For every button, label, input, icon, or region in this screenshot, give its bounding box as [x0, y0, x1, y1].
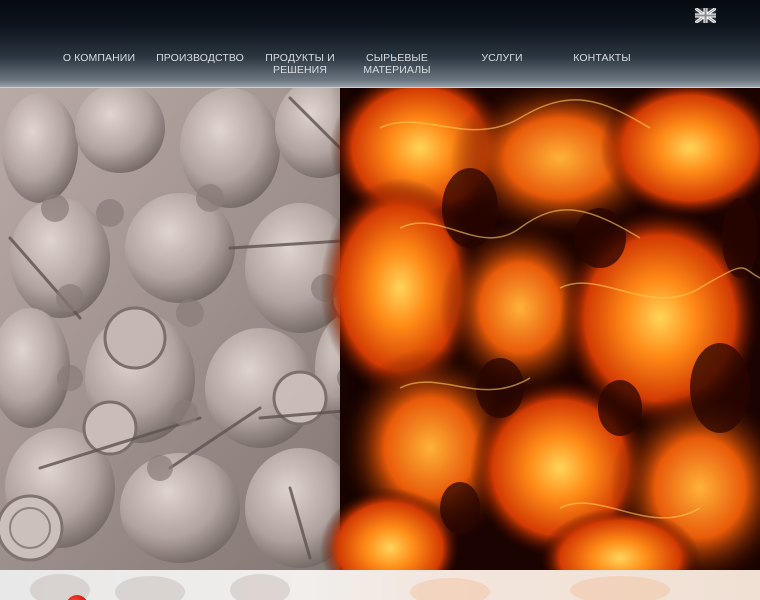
nav-item-contacts[interactable]: КОНТАКТЫ [552, 52, 652, 64]
nav-item-about[interactable]: О КОМПАНИИ [49, 52, 149, 64]
site-header: О КОМПАНИИ ПРОИЗВОДСТВО ПРОДУКТЫ И РЕШЕН… [0, 0, 760, 88]
nav-item-products[interactable]: ПРОДУКТЫ И РЕШЕНИЯ [250, 52, 350, 76]
strip-ornament [30, 574, 670, 600]
bottom-strip [0, 570, 760, 600]
nav-item-raw-materials[interactable]: СЫРЬЕВЫЕ МАТЕРИАЛЫ [347, 52, 447, 76]
nav-item-services[interactable]: УСЛУГИ [452, 52, 552, 64]
hero-banner [0, 88, 760, 570]
uk-flag-icon[interactable] [695, 8, 716, 23]
page: О КОМПАНИИ ПРОИЗВОДСТВО ПРОДУКТЫ И РЕШЕН… [0, 0, 760, 600]
hero-image [0, 88, 760, 570]
nav-item-production[interactable]: ПРОИЗВОДСТВО [150, 52, 250, 64]
main-nav: О КОМПАНИИ ПРОИЗВОДСТВО ПРОДУКТЫ И РЕШЕН… [0, 52, 760, 82]
